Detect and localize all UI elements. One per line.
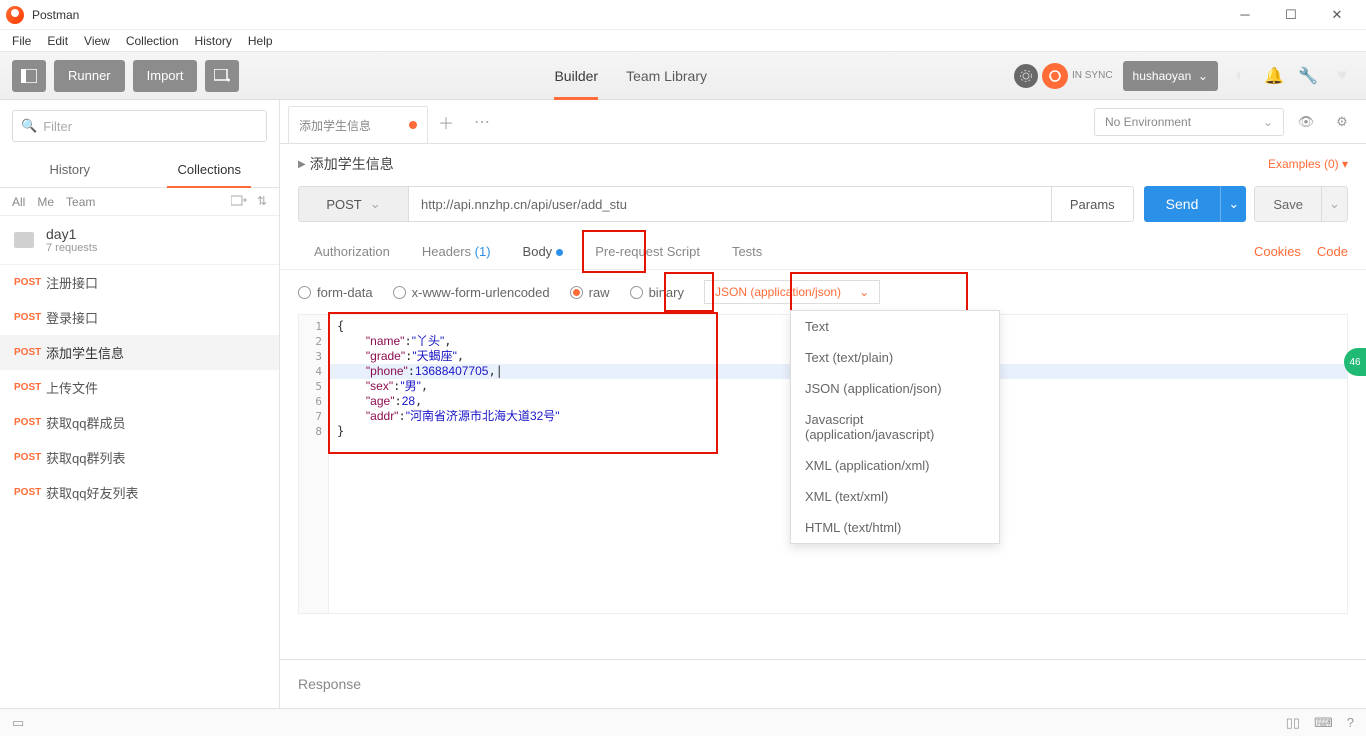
ct-option-xml-app[interactable]: XML (application/xml) — [791, 450, 999, 481]
examples-link[interactable]: Examples (0) ▾ — [1268, 157, 1348, 171]
window-title: Postman — [32, 8, 79, 22]
window-maximize[interactable]: ☐ — [1268, 0, 1314, 30]
keyboard-icon[interactable]: ⌨ — [1314, 715, 1333, 731]
layout-icon[interactable]: ▯▯ — [1286, 715, 1300, 731]
proxy-icon[interactable] — [1014, 64, 1038, 88]
runner-button[interactable]: Runner — [54, 60, 125, 92]
filter-input[interactable]: 🔍 Filter — [12, 110, 267, 142]
body-tab[interactable]: Body — [507, 234, 580, 269]
folder-icon — [14, 232, 34, 248]
tab-menu-button[interactable]: ⋯ — [464, 112, 500, 132]
ct-option-text[interactable]: Text — [791, 311, 999, 342]
binary-radio[interactable]: binary — [630, 285, 684, 300]
line-gutter: 12345678 — [299, 315, 329, 613]
menubar: File Edit View Collection History Help — [0, 30, 1366, 52]
collection-day1[interactable]: day1 7 requests — [0, 216, 279, 265]
urlencoded-radio[interactable]: x-www-form-urlencoded — [393, 285, 550, 300]
sidebar-request[interactable]: POST上传文件 — [0, 370, 279, 405]
user-menu[interactable]: hushaoyan ⌄ — [1123, 61, 1218, 91]
import-button[interactable]: Import — [133, 60, 198, 92]
url-input[interactable] — [408, 186, 1052, 222]
menu-view[interactable]: View — [76, 34, 118, 48]
chevron-down-icon: ⌄ — [370, 196, 381, 212]
sidebar-request[interactable]: POST获取qq好友列表 — [0, 475, 279, 510]
sidebar-request[interactable]: POST获取qq群列表 — [0, 440, 279, 475]
sync-icon[interactable] — [1042, 63, 1068, 89]
bell-icon[interactable]: 🔔 — [1262, 66, 1286, 86]
ct-option-html[interactable]: HTML (text/html) — [791, 512, 999, 543]
raw-radio[interactable]: raw — [570, 285, 610, 300]
chevron-down-icon: ⌄ — [859, 285, 869, 299]
sort-icon[interactable]: ⇅ — [257, 194, 267, 209]
dirty-indicator — [409, 121, 417, 129]
request-tab[interactable]: 添加学生信息 — [288, 106, 428, 143]
builder-tab[interactable]: Builder — [554, 52, 598, 100]
history-tab[interactable]: History — [0, 152, 140, 187]
new-window-button[interactable] — [205, 60, 239, 92]
window-minimize[interactable]: ─ — [1222, 0, 1268, 30]
menu-history[interactable]: History — [187, 34, 240, 48]
heart-icon[interactable]: ♥ — [1330, 67, 1354, 85]
team-library-tab[interactable]: Team Library — [626, 52, 707, 100]
cookies-link[interactable]: Cookies — [1254, 244, 1301, 259]
save-dropdown[interactable]: ⌄ — [1322, 186, 1348, 222]
response-section: Response — [280, 659, 1366, 708]
headers-tab[interactable]: Headers (1) — [406, 234, 507, 269]
chevron-down-icon: ⌄ — [1263, 115, 1273, 129]
sidebar-toggle[interactable] — [12, 60, 46, 92]
formdata-radio[interactable]: form-data — [298, 285, 373, 300]
send-button[interactable]: Send — [1144, 186, 1221, 222]
scope-team[interactable]: Team — [66, 195, 95, 209]
menu-collection[interactable]: Collection — [118, 34, 187, 48]
environment-select[interactable]: No Environment ⌄ — [1094, 108, 1284, 136]
save-button[interactable]: Save — [1254, 186, 1322, 222]
app-icon — [6, 6, 24, 24]
add-collection-icon[interactable] — [231, 194, 247, 209]
scope-all[interactable]: All — [12, 195, 25, 209]
scope-me[interactable]: Me — [37, 195, 54, 209]
ct-option-javascript[interactable]: Javascript (application/javascript) — [791, 404, 999, 450]
method-select[interactable]: POST ⌄ — [298, 186, 408, 222]
prerequest-tab[interactable]: Pre-request Script — [579, 234, 716, 269]
menu-edit[interactable]: Edit — [39, 34, 76, 48]
collections-tab[interactable]: Collections — [140, 152, 280, 187]
sidebar-request[interactable]: POST获取qq群成员 — [0, 405, 279, 440]
settings-icon[interactable]: ⚙ — [1328, 108, 1356, 136]
side-badge[interactable]: 46 — [1344, 348, 1366, 376]
wrench-icon[interactable]: 🔧 — [1296, 66, 1320, 86]
code-link[interactable]: Code — [1317, 244, 1348, 259]
sidebar-request[interactable]: POST添加学生信息 — [0, 335, 279, 370]
send-dropdown[interactable]: ⌄ — [1220, 186, 1246, 222]
request-title: ▶ 添加学生信息 — [298, 154, 394, 174]
content-type-menu: Text Text (text/plain) JSON (application… — [790, 310, 1000, 544]
help-icon[interactable]: ? — [1347, 715, 1354, 731]
menu-file[interactable]: File — [4, 34, 39, 48]
window-close[interactable]: ✕ — [1314, 0, 1360, 30]
sync-status: IN SYNC — [1072, 70, 1113, 81]
content-type-select[interactable]: JSON (application/json) ⌄ — [704, 280, 880, 304]
menu-help[interactable]: Help — [240, 34, 281, 48]
authorization-tab[interactable]: Authorization — [298, 234, 406, 269]
params-button[interactable]: Params — [1052, 186, 1134, 222]
new-tab-button[interactable]: ＋ — [428, 110, 464, 134]
globe-icon[interactable]: ◐ — [1228, 67, 1252, 85]
search-icon: 🔍 — [21, 118, 37, 134]
sidebar-request[interactable]: POST注册接口 — [0, 265, 279, 300]
status-left-icon[interactable]: ▭ — [12, 715, 24, 731]
ct-option-xml-text[interactable]: XML (text/xml) — [791, 481, 999, 512]
ct-option-json[interactable]: JSON (application/json) — [791, 373, 999, 404]
env-preview-icon[interactable]: 👁 — [1292, 108, 1320, 136]
ct-option-text-plain[interactable]: Text (text/plain) — [791, 342, 999, 373]
tests-tab[interactable]: Tests — [716, 234, 778, 269]
sidebar-request[interactable]: POST登录接口 — [0, 300, 279, 335]
